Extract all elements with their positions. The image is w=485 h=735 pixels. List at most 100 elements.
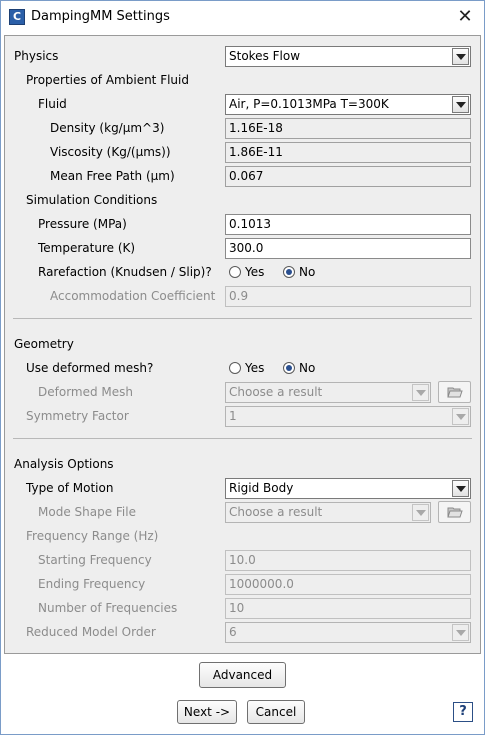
- num-frequencies-label: Number of Frequencies: [38, 601, 178, 615]
- divider: [13, 318, 472, 319]
- pressure-label: Pressure (MPa): [38, 217, 127, 231]
- viscosity-field: 1.86E-11: [225, 142, 471, 163]
- fluid-dropdown[interactable]: Air, P=0.1013MPa T=300K: [225, 94, 471, 115]
- mean-free-path-label: Mean Free Path (µm): [50, 169, 175, 183]
- reduced-order-value: 6: [229, 625, 237, 639]
- symmetry-value: 1: [229, 409, 237, 423]
- reduced-order-row: Reduced Model Order 6: [5, 620, 480, 644]
- radio-circle-icon[interactable]: [229, 362, 241, 374]
- ambient-heading-row: Properties of Ambient Fluid: [5, 68, 480, 92]
- density-label: Density (kg/µm^3): [50, 121, 165, 135]
- geometry-heading: Geometry: [14, 337, 74, 351]
- accommodation-label: Accommodation Coefficient: [50, 289, 216, 303]
- start-frequency-label: Starting Frequency: [38, 553, 152, 567]
- settings-panel: Physics Stokes Flow Properties of Ambien…: [4, 35, 481, 654]
- physics-dropdown[interactable]: Stokes Flow: [225, 46, 471, 67]
- advanced-button[interactable]: Advanced: [199, 662, 286, 688]
- pressure-input[interactable]: 0.1013: [225, 214, 471, 235]
- deformed-mesh-toggle-row: Use deformed mesh? Yes No: [5, 356, 480, 380]
- mean-free-path-field: 0.067: [225, 166, 471, 187]
- num-frequencies-field: 10: [225, 598, 471, 619]
- radio-label: Yes: [245, 361, 265, 375]
- title-bar: C DampingMM Settings ✕: [1, 1, 484, 33]
- help-icon[interactable]: ?: [453, 702, 473, 722]
- num-frequencies-row: Number of Frequencies 10: [5, 596, 480, 620]
- pressure-row: Pressure (MPa) 0.1013: [5, 212, 480, 236]
- open-folder-icon: [447, 387, 463, 398]
- frequency-heading-row: Frequency Range (Hz): [5, 524, 480, 548]
- fluid-value: Air, P=0.1013MPa T=300K: [229, 97, 389, 111]
- radio-circle-icon[interactable]: [229, 266, 241, 278]
- deformed-mesh-row: Deformed Mesh Choose a result: [5, 380, 480, 404]
- motion-row: Type of Motion Rigid Body: [5, 476, 480, 500]
- reduced-order-dropdown: 6: [225, 622, 471, 643]
- end-frequency-label: Ending Frequency: [38, 577, 146, 591]
- viscosity-label: Viscosity (Kg/(µms)): [50, 145, 171, 159]
- next-button[interactable]: Next ->: [177, 700, 237, 724]
- close-icon[interactable]: ✕: [450, 3, 480, 31]
- deformed-mesh-value: Choose a result: [229, 385, 323, 399]
- chevron-down-icon: [412, 384, 429, 401]
- geometry-heading-row: Geometry: [5, 332, 480, 356]
- motion-value: Rigid Body: [229, 481, 294, 495]
- mean-free-path-row: Mean Free Path (µm) 0.067: [5, 164, 480, 188]
- end-frequency-row: Ending Frequency 1000000.0: [5, 572, 480, 596]
- radio-label: No: [299, 265, 316, 279]
- physics-row: Physics Stokes Flow: [5, 44, 480, 68]
- chevron-down-icon: [412, 504, 429, 521]
- radio-label: No: [299, 361, 316, 375]
- ambient-heading: Properties of Ambient Fluid: [26, 73, 189, 87]
- start-frequency-row: Starting Frequency 10.0: [5, 548, 480, 572]
- analysis-heading-row: Analysis Options: [5, 452, 480, 476]
- radio-label: Yes: [245, 265, 265, 279]
- motion-dropdown[interactable]: Rigid Body: [225, 478, 471, 499]
- temperature-input[interactable]: 300.0: [225, 238, 471, 259]
- mode-shape-row: Mode Shape File Choose a result: [5, 500, 480, 524]
- chevron-down-icon: [452, 624, 469, 641]
- accommodation-row: Accommodation Coefficient 0.9: [5, 284, 480, 308]
- window-title: DampingMM Settings: [31, 9, 170, 24]
- deformed-mesh-label: Deformed Mesh: [38, 385, 134, 399]
- cancel-button[interactable]: Cancel: [247, 700, 305, 724]
- browse-folder-button[interactable]: [438, 501, 471, 523]
- physics-value: Stokes Flow: [229, 49, 301, 63]
- mode-shape-dropdown: Choose a result: [225, 502, 431, 523]
- rarefaction-label: Rarefaction (Knudsen / Slip)?: [38, 265, 212, 279]
- chevron-down-icon: [452, 408, 469, 425]
- radio-selected-icon[interactable]: [283, 266, 295, 278]
- open-folder-icon: [447, 507, 463, 518]
- temperature-label: Temperature (K): [38, 241, 136, 255]
- app-logo-icon: C: [9, 9, 25, 25]
- symmetry-row: Symmetry Factor 1: [5, 404, 480, 428]
- deformed-mesh-question: Use deformed mesh?: [26, 361, 154, 375]
- mode-shape-value: Choose a result: [229, 505, 323, 519]
- frequency-heading: Frequency Range (Hz): [26, 529, 159, 543]
- reduced-order-label: Reduced Model Order: [26, 625, 156, 639]
- density-field: 1.16E-18: [225, 118, 471, 139]
- deformed-mesh-dropdown: Choose a result: [225, 382, 431, 403]
- simulation-heading: Simulation Conditions: [26, 193, 158, 207]
- fluid-label: Fluid: [38, 97, 67, 111]
- chevron-down-icon[interactable]: [452, 48, 469, 65]
- simulation-heading-row: Simulation Conditions: [5, 188, 480, 212]
- chevron-down-icon[interactable]: [452, 96, 469, 113]
- rarefaction-row: Rarefaction (Knudsen / Slip)? Yes No: [5, 260, 480, 284]
- start-frequency-field: 10.0: [225, 550, 471, 571]
- fluid-row: Fluid Air, P=0.1013MPa T=300K: [5, 92, 480, 116]
- mode-shape-label: Mode Shape File: [38, 505, 136, 519]
- symmetry-label: Symmetry Factor: [26, 409, 129, 423]
- density-row: Density (kg/µm^3) 1.16E-18: [5, 116, 480, 140]
- physics-label: Physics: [14, 49, 59, 63]
- viscosity-row: Viscosity (Kg/(µms)) 1.86E-11: [5, 140, 480, 164]
- analysis-heading: Analysis Options: [14, 457, 114, 471]
- chevron-down-icon[interactable]: [452, 480, 469, 497]
- divider: [13, 438, 472, 439]
- symmetry-dropdown: 1: [225, 406, 471, 427]
- temperature-row: Temperature (K) 300.0: [5, 236, 480, 260]
- dialog-window: C DampingMM Settings ✕ Physics Stokes Fl…: [0, 0, 485, 735]
- browse-folder-button[interactable]: [438, 381, 471, 403]
- motion-label: Type of Motion: [26, 481, 114, 495]
- end-frequency-field: 1000000.0: [225, 574, 471, 595]
- radio-selected-icon[interactable]: [283, 362, 295, 374]
- accommodation-field: 0.9: [225, 286, 471, 307]
